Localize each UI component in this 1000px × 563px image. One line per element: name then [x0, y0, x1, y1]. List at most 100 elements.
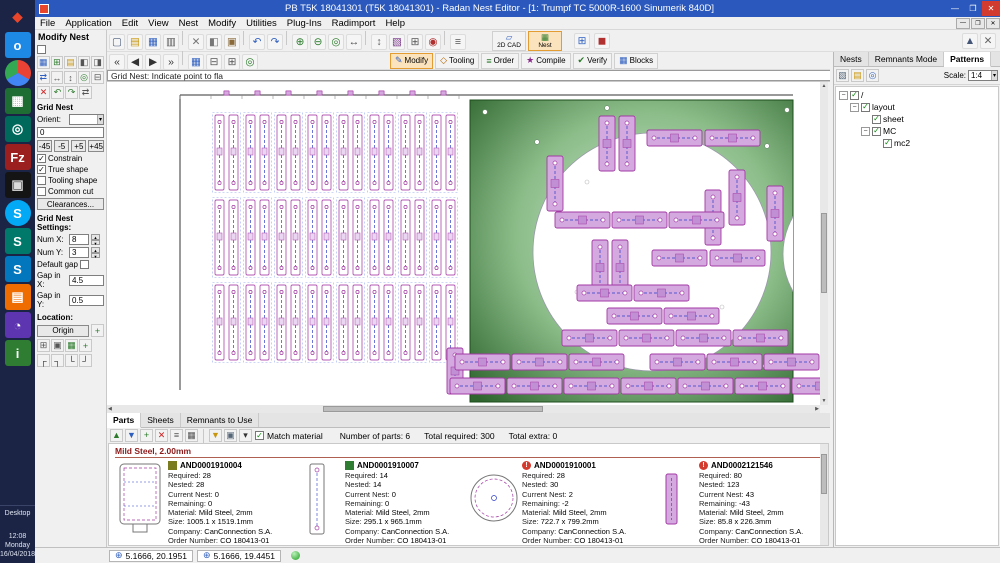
app-logo-red[interactable]: ◆	[5, 4, 31, 30]
tab-remnants-to-use[interactable]: Remnants to Use	[181, 413, 260, 427]
gap-y-field[interactable]: 0.5	[69, 295, 104, 306]
desktop-label[interactable]: Desktop	[0, 505, 35, 518]
num-y-field[interactable]: 3	[69, 247, 89, 258]
tree-node-mc2[interactable]: ✓mc2	[836, 137, 998, 149]
panel-option-checkbox[interactable]	[37, 45, 46, 54]
maximize-button[interactable]: ❐	[964, 1, 982, 16]
app-chrome[interactable]	[5, 60, 31, 86]
corner-br-icon[interactable]: ┘	[79, 354, 92, 367]
mode-2d-cad[interactable]: ▱2D CAD	[492, 31, 526, 51]
center-icon[interactable]: ◎	[78, 71, 91, 84]
node-checkbox[interactable]: ✓	[850, 91, 859, 100]
part-card[interactable]: AND0001910007Required: 14Nested: 14Curre…	[292, 460, 464, 545]
corner-bl-icon[interactable]: └	[65, 354, 78, 367]
last-nest-icon[interactable]: »	[163, 54, 179, 70]
tab-parts[interactable]: Parts	[107, 413, 141, 428]
pattern-find-icon[interactable]: ◎	[866, 69, 879, 82]
menu-edit[interactable]: Edit	[117, 18, 143, 29]
corner-tr-icon[interactable]: ┐	[51, 354, 64, 367]
grid-nest-parts[interactable]	[213, 91, 458, 363]
part-grid-icon[interactable]: ▦	[185, 429, 198, 442]
loc-fill-icon[interactable]: ▦	[65, 339, 78, 352]
align-left-icon[interactable]: ◧	[78, 56, 91, 69]
tab-tooling[interactable]: ◇Tooling	[435, 53, 479, 69]
command-prompt[interactable]: Grid Nest: Indicate point to fla	[107, 70, 830, 81]
match-material-checkbox[interactable]: ✓	[255, 431, 264, 440]
tree-node-sheet[interactable]: ✓sheet	[836, 113, 998, 125]
default-gap-checkbox[interactable]	[80, 260, 89, 269]
child-maximize-button[interactable]: ❐	[971, 18, 985, 29]
expander-icon[interactable]: −	[839, 91, 848, 100]
pattern-new-icon[interactable]: ▧	[836, 69, 849, 82]
layers-icon[interactable]: ▧	[389, 34, 405, 50]
part-add-icon[interactable]: +	[140, 429, 153, 442]
mode-nest[interactable]: ▦Nest	[528, 31, 562, 51]
redo-icon[interactable]: ↷	[267, 34, 283, 50]
tab-order[interactable]: ≡Order	[481, 53, 519, 69]
part-card[interactable]: !AND0001910001Required: 28Nested: 30Curr…	[469, 460, 641, 545]
menu-modify[interactable]: Modify	[203, 18, 241, 29]
parts-scrollbar[interactable]	[820, 444, 828, 545]
num-x-spinner[interactable]: ▲▼	[91, 234, 100, 245]
mirror-icon[interactable]: ⇄	[79, 86, 92, 99]
minimize-button[interactable]: —	[946, 1, 964, 16]
common-cut-checkbox[interactable]	[37, 187, 46, 196]
tab-nests[interactable]: Nests	[834, 52, 869, 66]
parts-scroll-thumb[interactable]	[821, 454, 827, 494]
scroll-right-icon[interactable]: ▶	[814, 405, 820, 413]
num-y-spinner[interactable]: ▲▼	[91, 247, 100, 258]
true-shape-checkbox[interactable]: ✓	[37, 165, 46, 174]
hscroll-track[interactable]	[113, 405, 814, 413]
new-icon[interactable]: ▢	[109, 34, 125, 50]
constrain-checkbox[interactable]: ✓	[37, 154, 46, 163]
tab-blocks[interactable]: ▦Blocks	[614, 53, 658, 69]
copy-icon[interactable]: ◧	[206, 34, 222, 50]
grid-tool-icon[interactable]: ⊞	[574, 33, 590, 49]
nest-open-icon[interactable]: ▤	[64, 56, 77, 69]
app-skype[interactable]: S	[5, 200, 31, 226]
pattern-open-icon[interactable]: ▤	[851, 69, 864, 82]
window-titlebar[interactable]: PB T5K 18041301 (T5K 18041301) - Radan N…	[35, 0, 1000, 17]
tab-verify[interactable]: ✔Verify	[573, 53, 613, 69]
tab-modify[interactable]: ✎Modify	[390, 53, 433, 69]
zoom-in-icon[interactable]: ⊕	[292, 34, 308, 50]
node-checkbox[interactable]: ✓	[872, 115, 881, 124]
node-checkbox[interactable]: ✓	[883, 139, 892, 148]
origin-button[interactable]: Origin	[37, 325, 89, 337]
vertical-scrollbar[interactable]: ▲ ▼	[820, 82, 828, 405]
loc-grid-icon[interactable]: ⊞	[37, 339, 50, 352]
part-remove-icon[interactable]: ✕	[155, 429, 168, 442]
app-filezilla[interactable]: Fz	[5, 144, 31, 170]
view-mode-icon[interactable]: ▣	[224, 429, 237, 442]
clearances-button[interactable]: Clearances...	[37, 198, 104, 210]
filter-icon[interactable]: ▼	[209, 429, 222, 442]
scroll-up-icon[interactable]: ▲	[821, 82, 828, 90]
orient-dropdown[interactable]: ▾	[69, 114, 104, 125]
loc-add-icon[interactable]: +	[79, 339, 92, 352]
snap-icon[interactable]: ◉	[425, 34, 441, 50]
next-nest-icon[interactable]: ▶	[145, 54, 161, 70]
app-skype-biz[interactable]: S	[5, 256, 31, 282]
nest-drawing[interactable]	[107, 82, 820, 405]
menu-file[interactable]: File	[35, 18, 60, 29]
tooling-shape-checkbox[interactable]	[37, 176, 46, 185]
angle-button-+45[interactable]: +45	[88, 140, 104, 152]
prev-nest-icon[interactable]: ◀	[127, 54, 143, 70]
collapse-up-icon[interactable]: ▲	[962, 33, 978, 49]
horizontal-scrollbar[interactable]: ◀ ▶	[107, 405, 820, 413]
menu-nest[interactable]: Nest	[174, 18, 204, 29]
collapse-icon[interactable]: ⊟	[91, 71, 104, 84]
node-checkbox[interactable]: ✓	[861, 103, 870, 112]
vscroll-thumb[interactable]	[821, 213, 827, 293]
tab-remnants-mode[interactable]: Remnants Mode	[869, 52, 944, 66]
shrink-icon[interactable]: ⊟	[206, 54, 222, 70]
nest-canvas[interactable]	[107, 82, 820, 405]
loc-center-icon[interactable]: ▣	[51, 339, 64, 352]
zoom-extents-icon[interactable]: ◎	[328, 34, 344, 50]
save-icon[interactable]: ▦	[145, 34, 161, 50]
first-nest-icon[interactable]: «	[109, 54, 125, 70]
close-panel-icon[interactable]: ✕	[980, 33, 996, 49]
tree-node--[interactable]: −✓/	[836, 89, 998, 101]
align-right-icon[interactable]: ◨	[91, 56, 104, 69]
expand-icon[interactable]: ⊞	[224, 54, 240, 70]
